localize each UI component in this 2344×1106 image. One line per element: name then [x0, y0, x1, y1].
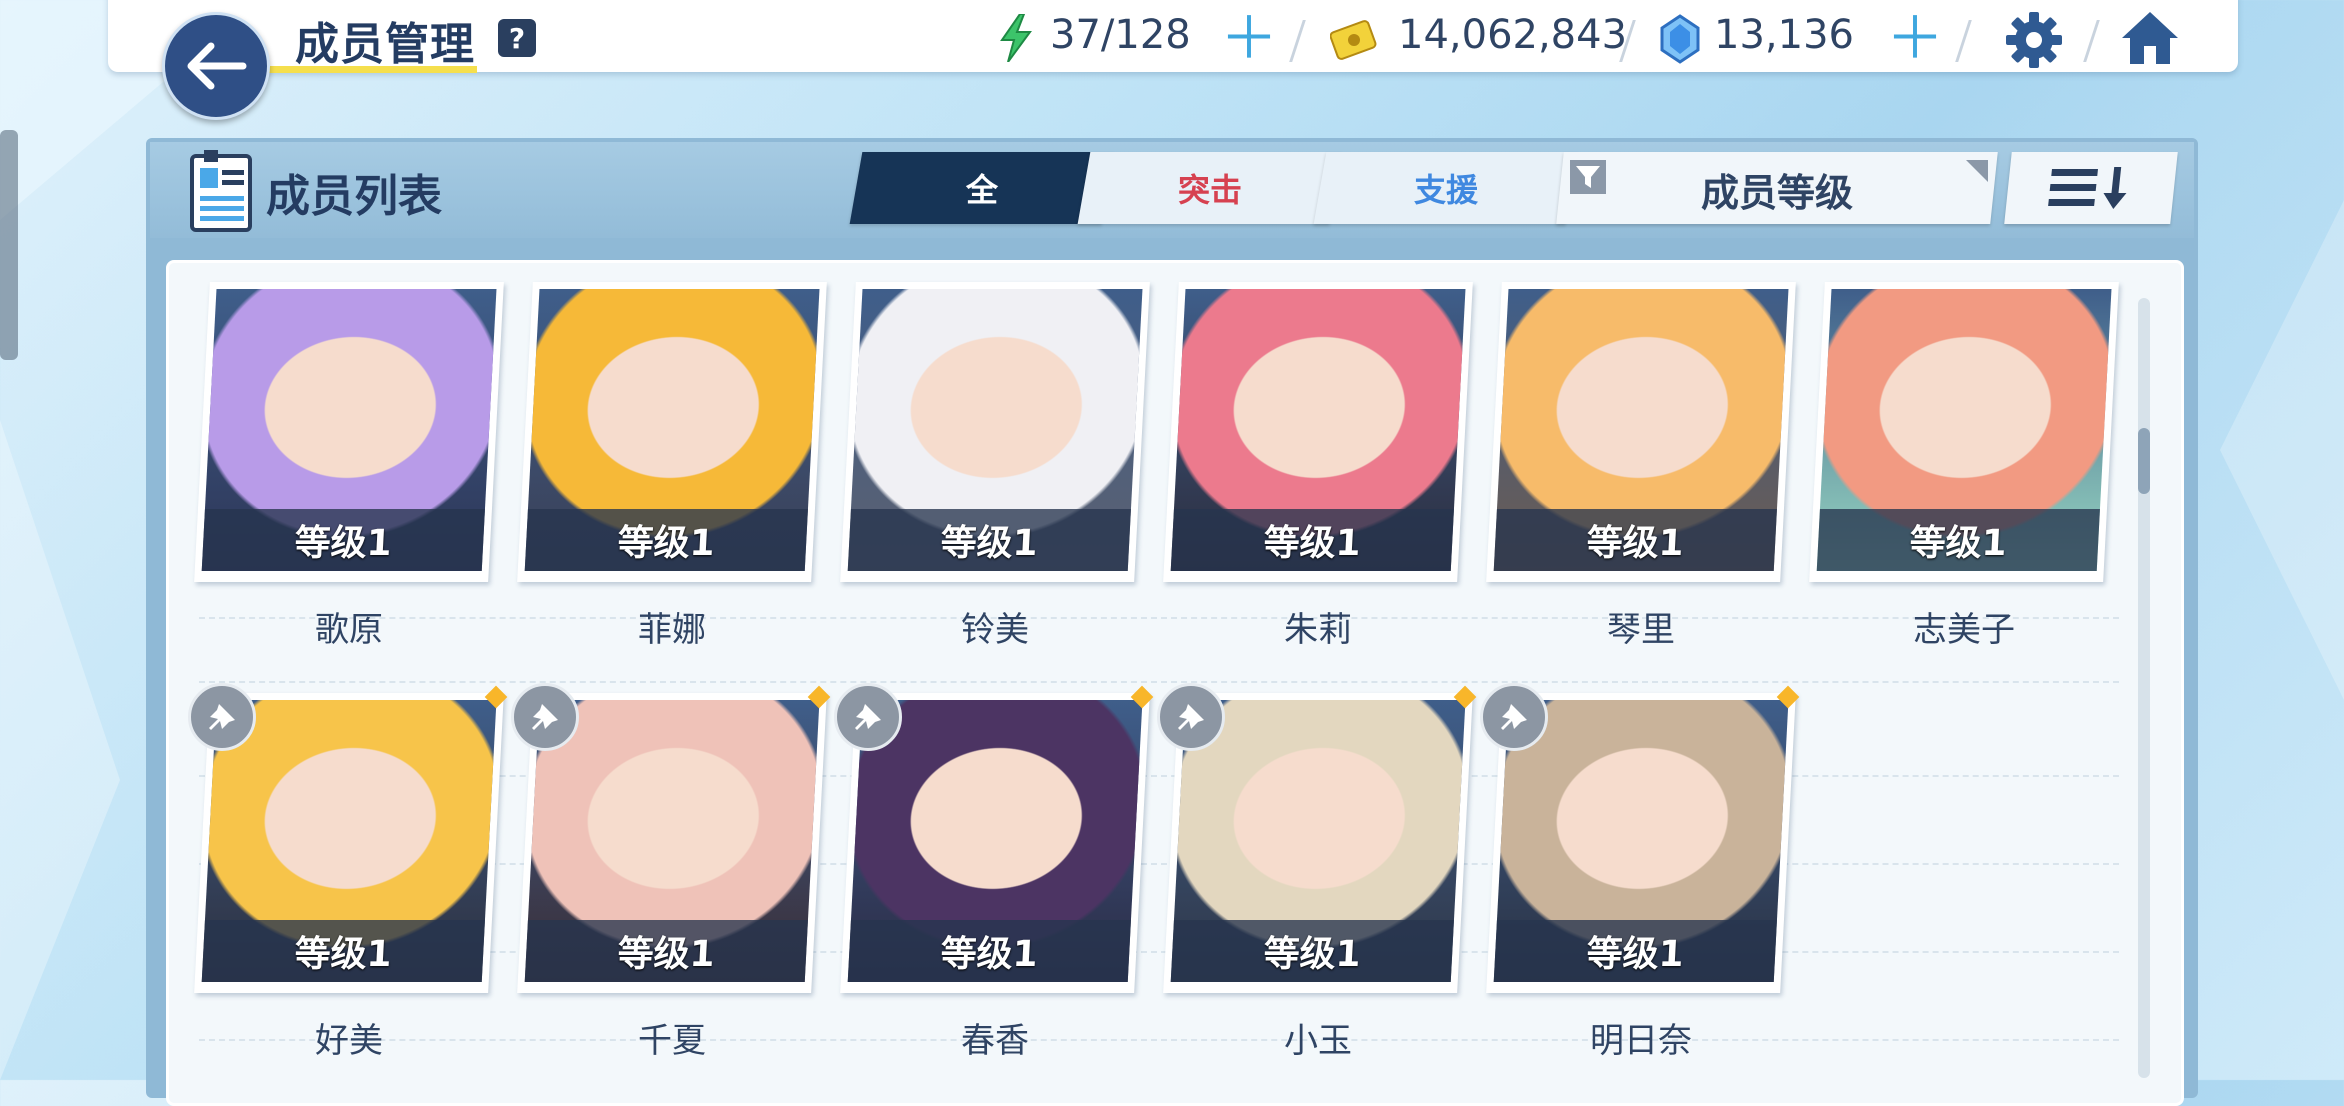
student-level: 等级1 [1170, 509, 1454, 571]
ap-counter: 37/128 [1050, 12, 1191, 58]
add-ap-button[interactable]: ＋ [1220, 9, 1278, 67]
pin-icon[interactable] [1480, 683, 1548, 751]
pin-icon[interactable] [511, 683, 579, 751]
student-name: 菲娜 [638, 610, 706, 650]
tab-strike[interactable]: 突击 [1077, 152, 1343, 224]
credit-counter: 14,062,843 [1398, 12, 1628, 58]
pin-icon[interactable] [188, 683, 256, 751]
student-card[interactable]: 等级1 [1163, 282, 1473, 582]
student-name: 铃美 [961, 610, 1029, 650]
student-card[interactable]: 等级1 [1486, 282, 1796, 582]
student-level: 等级1 [201, 920, 485, 982]
back-arrow-icon [187, 42, 247, 90]
gear-icon[interactable] [2004, 10, 2064, 70]
home-icon[interactable] [2120, 8, 2180, 68]
student-name: 歌原 [315, 610, 383, 650]
tab-support[interactable]: 支援 [1313, 152, 1579, 224]
pin-icon[interactable] [834, 683, 902, 751]
gem-counter: 13,136 [1714, 12, 1854, 58]
title-underline [265, 66, 477, 73]
student-level: 等级1 [524, 920, 808, 982]
sort-order-button[interactable] [2004, 152, 2178, 224]
student-level: 等级1 [847, 920, 1131, 982]
student-level: 等级1 [201, 509, 485, 571]
gem-icon [1660, 14, 1700, 64]
student-name: 志美子 [1913, 610, 2015, 650]
help-button[interactable]: ? [498, 19, 536, 57]
member-list-icon [190, 150, 252, 232]
student-name: 千夏 [638, 1021, 706, 1061]
student-name: 好美 [315, 1021, 383, 1061]
scrollbar-thumb[interactable] [2138, 428, 2150, 494]
student-level: 等级1 [847, 509, 1131, 571]
student-level: 等级1 [1493, 920, 1777, 982]
student-level: 等级1 [1493, 509, 1777, 571]
student-card[interactable]: 等级1 [1809, 282, 2119, 582]
page-title: 成员管理 [295, 19, 475, 70]
student-card[interactable]: 等级1 [840, 282, 1150, 582]
student-name: 琴里 [1607, 610, 1675, 650]
row-rule [199, 681, 2119, 683]
add-gem-button[interactable]: ＋ [1886, 9, 1944, 67]
student-name: 春香 [961, 1021, 1029, 1061]
sort-label: 成员等级 [1700, 171, 1853, 215]
student-card[interactable]: 等级1 [517, 282, 827, 582]
student-name: 明日奈 [1590, 1021, 1692, 1061]
back-button[interactable] [162, 12, 270, 120]
credit-icon [1330, 20, 1377, 60]
student-card[interactable]: 等级1 [194, 282, 504, 582]
student-level: 等级1 [1816, 509, 2100, 571]
pin-icon[interactable] [1157, 683, 1225, 751]
student-name: 朱莉 [1284, 610, 1352, 650]
student-level: 等级1 [524, 509, 808, 571]
student-level: 等级1 [1170, 920, 1454, 982]
energy-icon [1000, 14, 1032, 62]
student-name: 小玉 [1284, 1021, 1352, 1061]
sort-order-icon [2048, 167, 2127, 209]
dropdown-corner-icon [1966, 160, 1988, 182]
member-list-title: 成员列表 [266, 171, 442, 222]
scrollbar-track[interactable] [2138, 298, 2150, 1078]
tab-all[interactable]: 全 [849, 152, 1115, 224]
